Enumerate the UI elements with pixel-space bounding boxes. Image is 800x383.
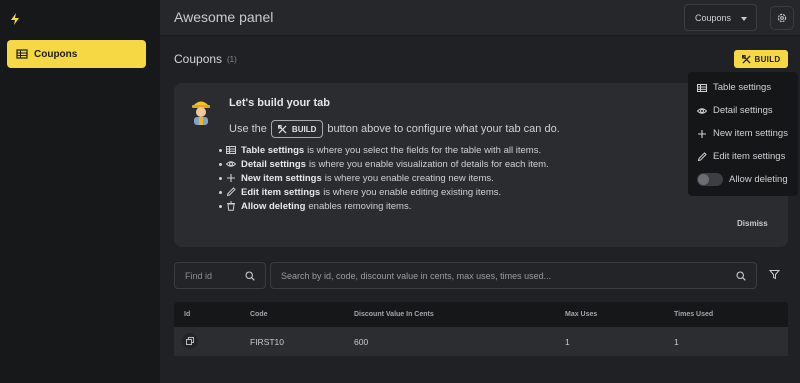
bullet-text: is where you enable visualization of det… (308, 158, 549, 170)
column-header-code[interactable]: Code (250, 311, 268, 318)
bullet-bold: New item settings (241, 172, 322, 184)
bullet-bold: Detail settings (241, 158, 306, 170)
copy-id-button[interactable] (182, 333, 198, 349)
list-item: Table settings is where you select the f… (219, 143, 549, 157)
build-icon (277, 124, 287, 134)
dismiss-button[interactable]: Dismiss (737, 219, 768, 228)
pencil-icon (226, 187, 236, 197)
eye-icon (226, 161, 236, 167)
menu-item-label: Detail settings (713, 105, 773, 116)
gear-icon (777, 13, 787, 23)
inline-build-label: BUILD (291, 124, 317, 134)
bullet-dot (219, 190, 222, 194)
bullet-text: is where you enable editing existing ite… (323, 186, 502, 198)
usage-suffix: button above to configure what your tab … (327, 123, 560, 135)
chevron-down-icon (741, 17, 747, 21)
find-id-placeholder: Find id (185, 270, 213, 281)
search-input[interactable]: Search by id, code, discount value in ce… (270, 262, 757, 289)
eye-icon (697, 107, 707, 114)
menu-item-label: New item settings (713, 128, 788, 139)
data-table: Id Code Discount Value In Cents Max Uses… (174, 302, 788, 356)
page-title: Coupons (174, 52, 223, 66)
bullet-text: is where you enable creating new items. (324, 172, 494, 184)
sidebar-item-label: Coupons (34, 48, 78, 60)
pencil-icon (697, 151, 707, 161)
item-count: (1) (227, 55, 237, 64)
table-icon (226, 146, 236, 154)
bullet-dot (219, 162, 222, 166)
sidebar: Coupons (0, 0, 160, 383)
lightning-icon[interactable] (8, 12, 22, 26)
column-header-id[interactable]: Id (184, 311, 190, 318)
trash-icon (227, 201, 235, 211)
bullet-bold: Edit item settings (241, 186, 321, 198)
bullet-bold: Table settings (241, 144, 305, 156)
bullet-dot (219, 204, 222, 208)
plus-icon (227, 174, 235, 182)
usage-prefix: Use the (229, 123, 267, 135)
help-usage: Use the BUILD button above to configure … (229, 120, 560, 138)
entity-select-value: Coupons (695, 12, 732, 23)
filter-icon[interactable] (769, 269, 780, 280)
column-header-discount[interactable]: Discount Value In Cents (354, 311, 434, 318)
bullet-text: is where you select the fields for the t… (307, 144, 542, 156)
build-button[interactable]: BUILD (734, 50, 788, 68)
list-item: New item settings is where you enable cr… (219, 171, 549, 185)
search-placeholder: Search by id, code, discount value in ce… (281, 270, 552, 281)
menu-item-detail-settings[interactable]: Detail settings (697, 105, 773, 116)
find-id-input[interactable]: Find id (174, 262, 266, 289)
settings-button[interactable] (770, 6, 794, 30)
bullet-dot (219, 176, 222, 180)
build-button-label: BUILD (754, 54, 781, 64)
table-header: Id Code Discount Value In Cents Max Uses… (174, 302, 788, 327)
entity-select[interactable]: Coupons (684, 4, 757, 31)
list-item: Detail settings is where you enable visu… (219, 157, 549, 171)
menu-item-table-settings[interactable]: Table settings (697, 82, 771, 93)
plus-icon (698, 129, 706, 138)
help-title: Let's build your tab (229, 97, 331, 109)
sidebar-item-coupons[interactable]: Coupons (7, 40, 146, 68)
menu-item-label: Table settings (713, 82, 772, 93)
construction-worker-icon (192, 101, 210, 125)
build-menu: Table settings Detail settings New item … (688, 72, 798, 196)
menu-item-edit-item-settings[interactable]: Edit item settings (697, 151, 785, 162)
menu-item-new-item-settings[interactable]: New item settings (697, 128, 788, 139)
search-icon (736, 271, 746, 281)
table-row[interactable]: FIRST10 600 1 1 (174, 327, 788, 356)
allow-deleting-toggle[interactable] (697, 173, 723, 186)
list-item: Edit item settings is where you enable e… (219, 185, 549, 199)
column-header-max-uses[interactable]: Max Uses (565, 311, 597, 318)
table-icon (697, 83, 707, 92)
copy-icon (186, 337, 194, 345)
cell-times-used: 1 (674, 337, 679, 347)
help-list: Table settings is where you select the f… (219, 143, 549, 213)
top-header: Awesome panel Coupons (160, 0, 800, 36)
inline-build-badge: BUILD (270, 120, 324, 138)
bullet-text: enables removing items. (308, 200, 412, 212)
app-title: Awesome panel (174, 9, 274, 25)
table-icon (16, 49, 28, 59)
search-icon (245, 271, 255, 281)
column-header-times-used[interactable]: Times Used (674, 311, 713, 318)
menu-item-label: Edit item settings (713, 151, 786, 162)
cell-max-uses: 1 (565, 337, 570, 347)
cell-discount: 600 (354, 337, 369, 347)
list-item: Allow deleting enables removing items. (219, 199, 549, 213)
build-icon (741, 54, 751, 64)
cell-code: FIRST10 (250, 337, 285, 347)
bullet-bold: Allow deleting (241, 200, 306, 212)
bullet-dot (219, 148, 222, 152)
menu-item-label: Allow deleting (729, 174, 788, 185)
menu-item-allow-deleting[interactable]: Allow deleting (697, 173, 788, 186)
